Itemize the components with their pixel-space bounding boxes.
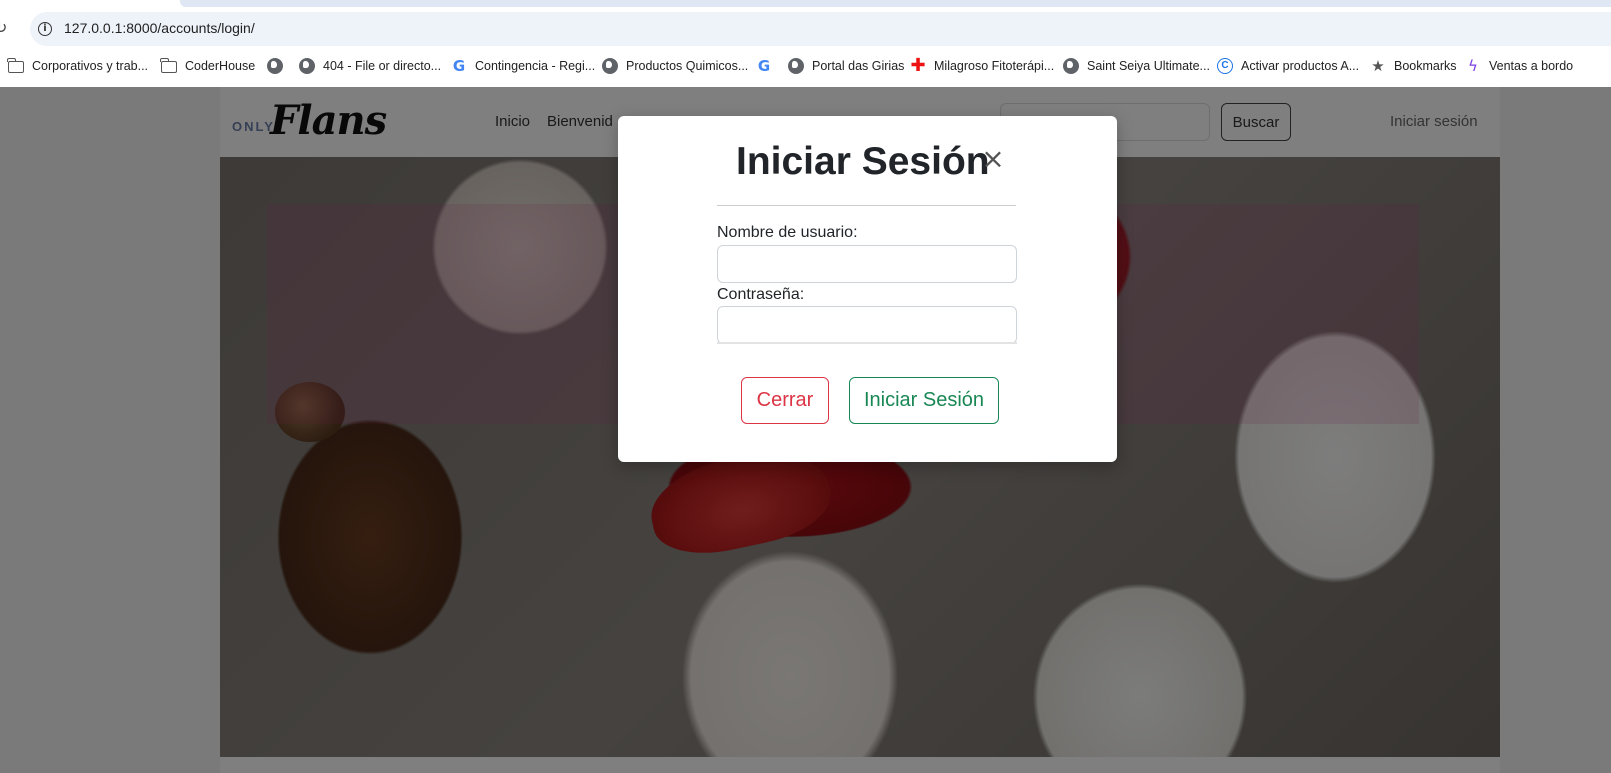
bookmark-activar[interactable]: C Activar productos A... (1217, 53, 1359, 79)
bookmark-label: Corporativos y trab... (32, 59, 149, 73)
password-field[interactable] (717, 306, 1017, 344)
bookmark-ventas[interactable]: ϟ Ventas a bordo (1465, 53, 1573, 79)
bookmark-google[interactable]: G (756, 53, 780, 79)
bookmark-label: 404 - File or directo... (323, 59, 442, 73)
bookmark-404[interactable]: 404 - File or directo... (299, 53, 441, 79)
close-icon[interactable]: × (980, 145, 1006, 173)
modal-divider (717, 205, 1016, 206)
bolt-icon: ϟ (1468, 57, 1478, 75)
bookmark-bookmarks[interactable]: ★ Bookmarks (1370, 53, 1457, 79)
username-field[interactable] (717, 245, 1017, 283)
star-icon: ★ (1371, 57, 1385, 75)
close-button[interactable]: Cerrar (741, 377, 829, 424)
globe-icon (267, 58, 283, 74)
username-label: Nombre de usuario: (717, 224, 858, 241)
bookmark-label: Productos Quimicos... (626, 59, 749, 73)
folder-icon (7, 58, 24, 73)
address-url[interactable]: 127.0.0.1:8000/accounts/login/ (64, 20, 255, 36)
browser-chrome: ↻ i 127.0.0.1:8000/accounts/login/ Corpo… (0, 0, 1611, 87)
tab-strip (180, 0, 1611, 7)
folder-icon (160, 58, 177, 73)
modal-title: Iniciar Sesión (736, 140, 990, 183)
bookmark-globe[interactable] (267, 53, 291, 79)
bookmark-label: Saint Seiya Ultimate... (1087, 59, 1210, 73)
address-bar[interactable] (30, 12, 1611, 46)
bookmarks-bar: Corporativos y trab... CoderHouse 404 - … (0, 53, 1611, 79)
bookmark-label: Contingencia - Regi... (475, 59, 596, 73)
bookmark-label: Bookmarks (1394, 59, 1457, 73)
password-label: Contraseña: (717, 286, 805, 303)
bookmark-contingencia[interactable]: G Contingencia - Regi... (451, 53, 595, 79)
site-info-icon[interactable]: i (38, 22, 52, 36)
bookmark-productos[interactable]: Productos Quimicos... (602, 53, 748, 79)
bookmark-label: Activar productos A... (1241, 59, 1360, 73)
globe-icon (788, 58, 804, 74)
globe-icon (299, 58, 315, 74)
bookmark-label: Milagroso Fitoterápi... (934, 59, 1055, 73)
bookmark-portal-girias[interactable]: Portal das Girias (788, 53, 904, 79)
field-underline (717, 342, 1017, 344)
page-viewport: ONLY Flans Inicio Bienvenid Buscar Inici… (0, 87, 1611, 773)
login-modal: Iniciar Sesión × Nombre de usuario: Cont… (618, 116, 1117, 462)
bookmark-saint-seiya[interactable]: Saint Seiya Ultimate... (1063, 53, 1210, 79)
login-submit-button[interactable]: Iniciar Sesión (849, 377, 999, 424)
bookmark-coderhouse[interactable]: CoderHouse (160, 53, 256, 79)
bookmark-milagroso[interactable]: ✚ Milagroso Fitoterápi... (910, 53, 1054, 79)
bookmark-label: Portal das Girias (812, 59, 905, 73)
bookmark-label: Ventas a bordo (1489, 59, 1574, 73)
globe-icon (602, 58, 618, 74)
bookmark-corporativos[interactable]: Corporativos y trab... (7, 53, 149, 79)
c-badge-icon: C (1217, 58, 1233, 74)
globe-icon (1063, 58, 1079, 74)
red-cross-icon: ✚ (910, 55, 926, 76)
google-icon: G (452, 57, 466, 75)
bookmark-label: CoderHouse (185, 59, 256, 73)
google-icon: G (757, 57, 771, 75)
reload-icon[interactable]: ↻ (0, 18, 10, 38)
